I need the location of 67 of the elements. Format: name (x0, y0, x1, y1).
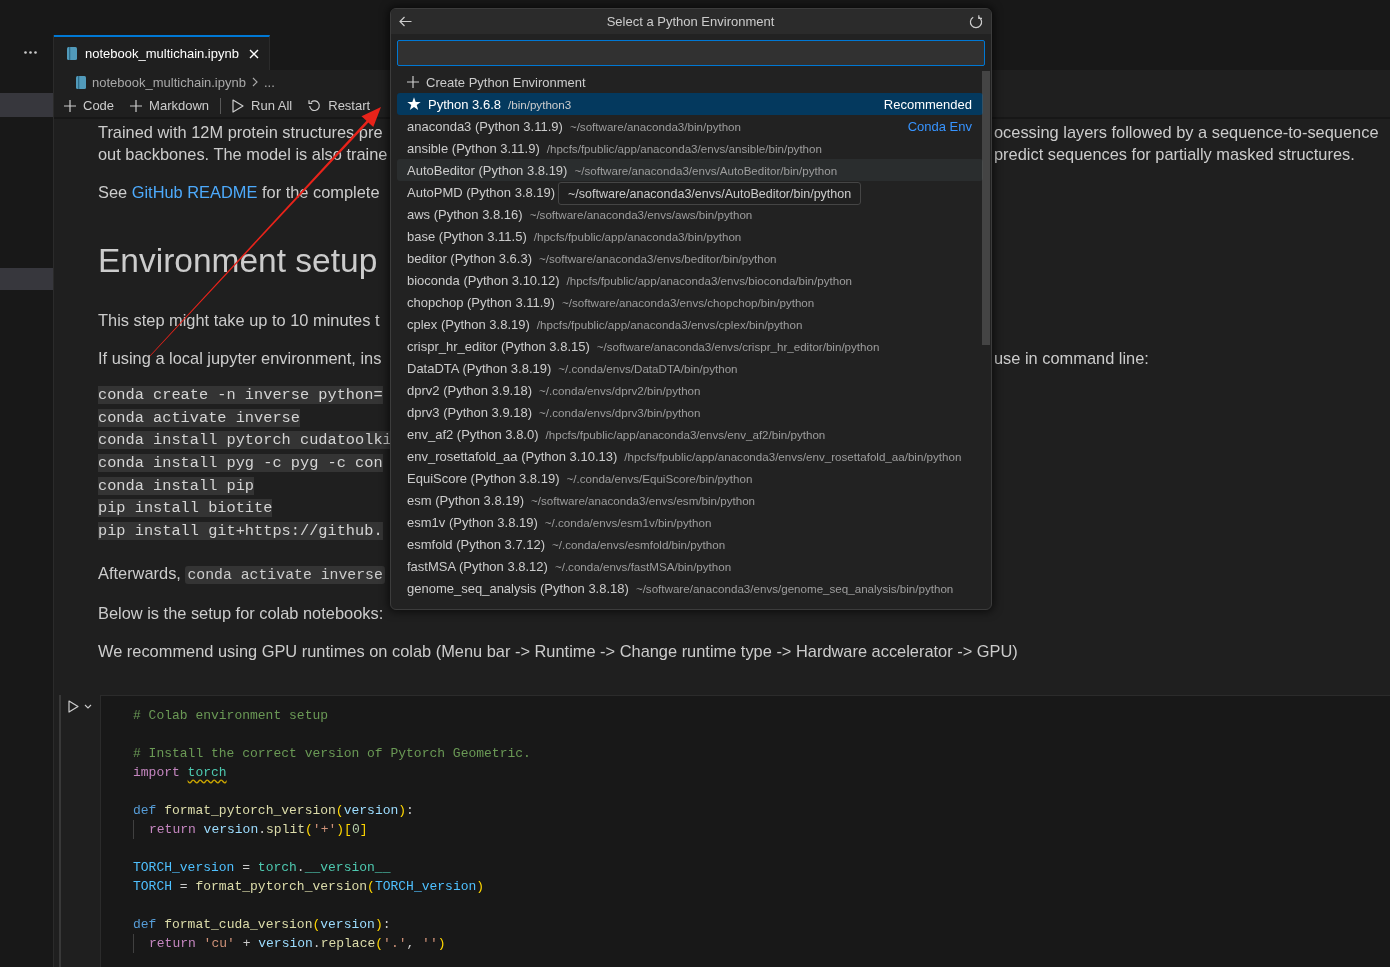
paragraph-text: use in command line: (994, 348, 1149, 369)
toolbar-button[interactable]: Restart (308, 98, 371, 113)
environment-option[interactable]: fastMSA (Python 3.8.12) ~/.conda/envs/fastMSA/bin/python (397, 555, 734, 577)
code-line: return version.split('+')[0] (149, 820, 368, 839)
paragraph-text: If using a local jupyter environment, ins (98, 348, 382, 369)
environment-option[interactable]: DataDTA (Python 3.8.19) ~/.conda/envs/DataDTA/bin/python (397, 357, 740, 379)
environment-option[interactable]: env_rosettafold_aa (Python 3.10.13) /hpcfs/fpublic/app/anaconda3/envs/env_rosettafold_aa/bin/python (397, 445, 964, 467)
restart-icon (308, 99, 322, 112)
paragraph-text: ocessing layers followed by a sequence-to-sequence (994, 122, 1379, 143)
notebook-icon (67, 47, 77, 60)
code-line: TORCH = format_pytorch_version(TORCH_version) (133, 877, 485, 896)
environment-option[interactable]: dprv2 (Python 3.9.18) ~/.conda/envs/dprv2/bin/python (397, 379, 703, 401)
environment-option[interactable]: env_af2 (Python 3.8.0) /hpcfs/fpublic/app/anaconda3/envs/env_af2/bin/python (397, 423, 828, 445)
chevron-down-icon[interactable] (84, 704, 92, 710)
plus-icon (407, 76, 419, 88)
environment-option[interactable]: base (Python 3.11.5) /hpcfs/fpublic/app/anaconda3/bin/python (397, 225, 744, 247)
refresh-icon[interactable] (969, 14, 983, 29)
environment-option[interactable]: esm1v (Python 3.8.19) ~/.conda/envs/esm1v/bin/python (397, 511, 714, 533)
paragraph-text: predict sequences for partially masked structures. (994, 144, 1355, 165)
plus-icon (130, 99, 143, 112)
code-line: def format_cuda_version(version): (133, 915, 391, 934)
play-icon (232, 98, 245, 113)
environment-option[interactable]: ansible (Python 3.11.9) /hpcfs/fpublic/app/anaconda3/envs/ansible/bin/python (397, 137, 824, 159)
code-line: TORCH_version = torch.__version__ (133, 858, 391, 877)
environment-option[interactable]: cplex (Python 3.8.19) /hpcfs/fpublic/app/anaconda3/envs/cplex/bin/python (397, 313, 805, 335)
code-line: # Colab environment setup (133, 706, 329, 725)
breadcrumb-item[interactable]: ... (263, 74, 275, 90)
star-icon (407, 97, 421, 111)
environment-option[interactable]: anaconda3 (Python 3.11.9) ~/software/anaconda3/bin/python Conda Env (397, 115, 983, 137)
environment-option[interactable]: bioconda (Python 3.10.12) /hpcfs/fpublic/app/anaconda3/envs/bioconda/bin/python (397, 269, 855, 291)
close-icon[interactable] (249, 48, 259, 59)
code-line: def format_pytorch_version(version): (133, 801, 414, 820)
code-line: return 'cu' + version.replace('.', '') (149, 934, 446, 953)
environment-option[interactable]: Create Python Environment (397, 71, 588, 93)
search-field[interactable] (397, 40, 985, 66)
environment-option[interactable]: esm (Python 3.8.19) ~/software/anaconda3/envs/esm/bin/python (397, 489, 758, 511)
environment-option[interactable]: beditor (Python 3.6.3) ~/software/anaconda3/envs/beditor/bin/python (397, 247, 779, 269)
path-tooltip: ~/software/anaconda3/envs/AutoBeditor/bin/python (558, 182, 862, 205)
play-icon[interactable] (68, 700, 79, 714)
environment-option[interactable]: EquiScore (Python 3.8.19) ~/.conda/envs/EquiScore/bin/python (397, 467, 755, 489)
chevron-right-icon (251, 77, 258, 87)
code-line: import torch (133, 763, 227, 782)
environment-option[interactable]: AutoBeditor (Python 3.8.19) ~/software/anaconda3/envs/AutoBeditor/bin/python (397, 159, 983, 181)
environment-option[interactable]: dprv3 (Python 3.9.18) ~/.conda/envs/dprv3/bin/python (397, 401, 703, 423)
environment-option[interactable]: genome_seq_analysis (Python 3.8.18) ~/software/anaconda3/envs/genome_seq_analysis/bin/python (397, 577, 956, 599)
arrow-left-icon[interactable] (399, 16, 412, 27)
paragraph-text: We recommend using GPU runtimes on colab (Menu bar -> Runtime -> Change runtime type -> Hardware accelerator -> GPU) (98, 640, 1018, 662)
scrollbar-thumb[interactable] (982, 71, 990, 345)
paragraph-text: Below is the setup for colab notebooks: (98, 602, 384, 624)
environment-option[interactable]: AutoPMD (Python 3.8.19) (397, 181, 558, 203)
more-icon[interactable] (24, 51, 37, 54)
environment-option[interactable]: esmfold (Python 3.7.12) ~/.conda/envs/esmfold/bin/python (397, 533, 728, 555)
toolbar-button[interactable]: Code (64, 98, 115, 113)
picker-title: Select a Python Environment (606, 14, 775, 29)
notebook-icon (76, 75, 86, 89)
breadcrumb-item[interactable]: notebook_multichain.ipynb (92, 74, 246, 90)
plus-icon (64, 99, 76, 112)
environment-option[interactable]: crispr_hr_editor (Python 3.8.15) ~/software/anaconda3/envs/crispr_hr_editor/bin/python (397, 335, 882, 357)
toolbar-button[interactable]: Markdown (130, 98, 210, 113)
code-line: # Install the correct version of Pytorch Geometric. (133, 744, 531, 763)
environment-option[interactable]: aws (Python 3.8.16) ~/software/anaconda3/envs/aws/bin/python (397, 203, 755, 225)
editor-tab[interactable]: notebook_multichain.ipynb (54, 35, 270, 70)
environment-option[interactable]: chopchop (Python 3.11.9) ~/software/anaconda3/envs/chopchop/bin/python (397, 291, 817, 313)
paragraph-text: Trained with 12M protein structures pre (98, 122, 383, 143)
link[interactable]: GitHub README (131, 183, 258, 201)
toolbar-button[interactable]: Run All (232, 98, 293, 113)
environment-option[interactable]: Python 3.6.8 /bin/python3 Recommended (397, 93, 983, 115)
